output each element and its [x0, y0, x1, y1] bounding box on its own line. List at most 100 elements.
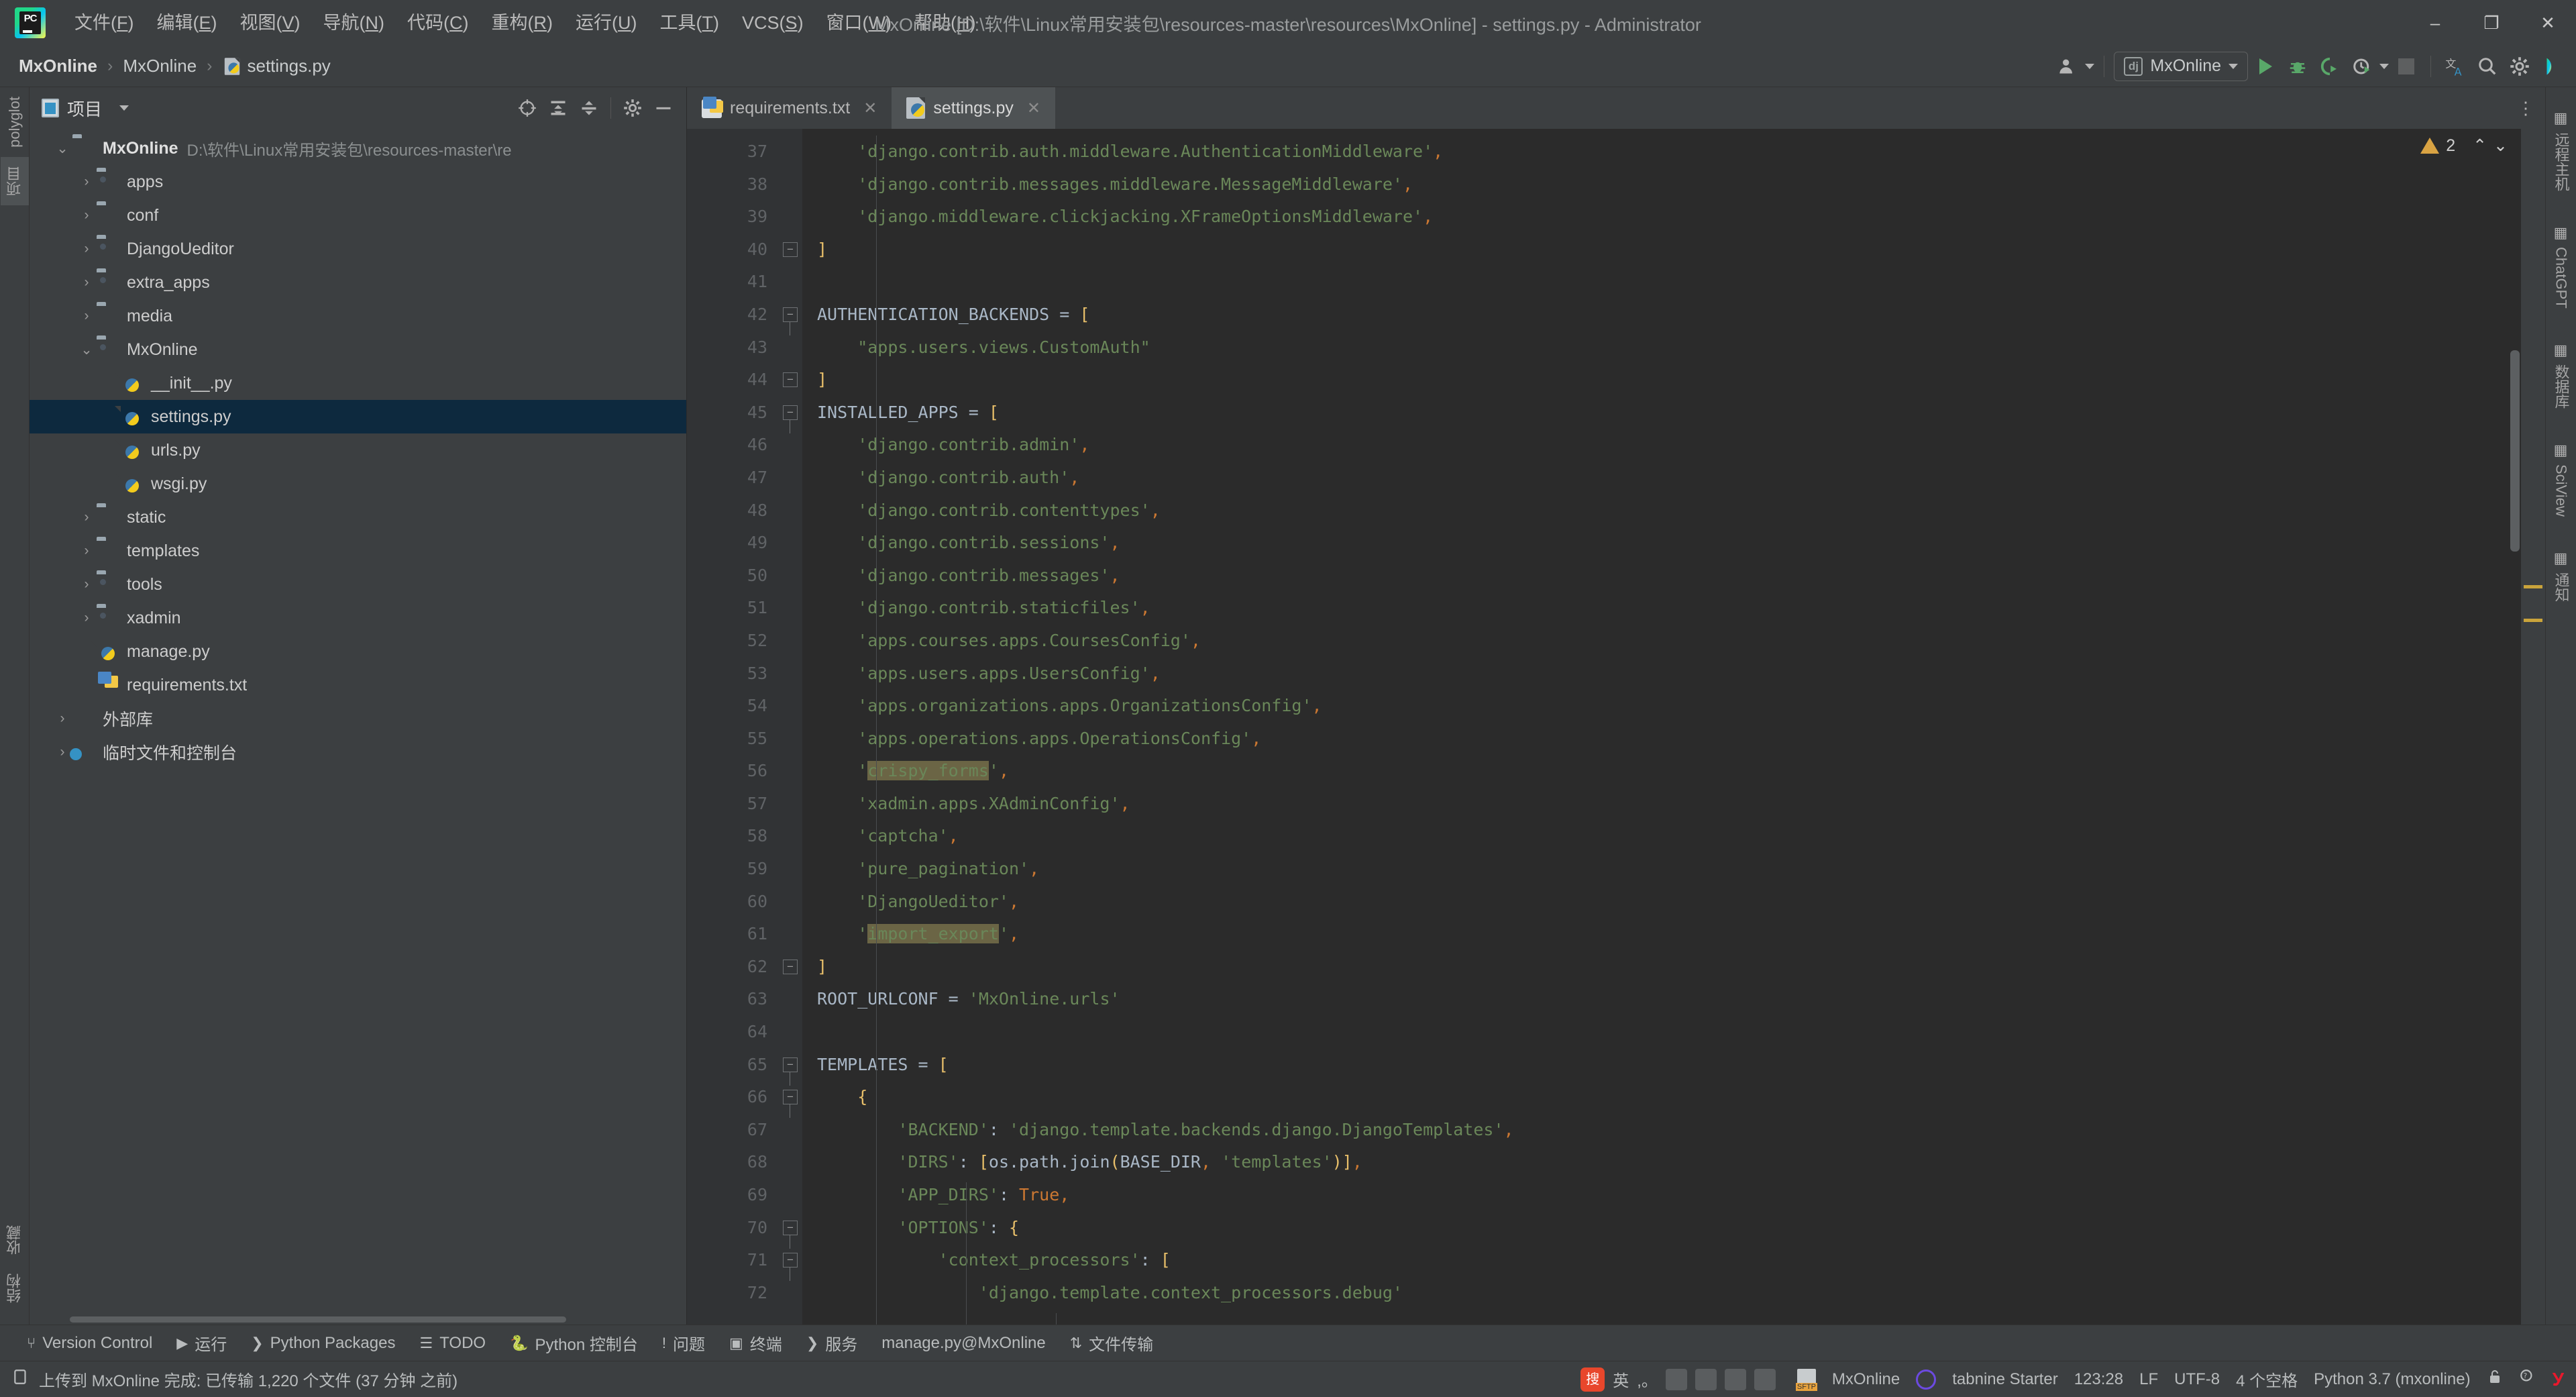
bottom-tab-[interactable]: ⇅ 文件传输	[1058, 1329, 1165, 1357]
code-line[interactable]: 'context_processors': [	[802, 1244, 2545, 1277]
code-line[interactable]: ]	[802, 234, 2545, 266]
code-line[interactable]: 'apps.operations.apps.OperationsConfig',	[802, 723, 2545, 756]
breadcrumb-item-2[interactable]: settings.py	[219, 54, 335, 79]
fold-collapse-icon[interactable]: −	[783, 307, 798, 335]
debug-button[interactable]	[2283, 52, 2312, 81]
expand-arrow-icon[interactable]: ›	[76, 543, 97, 559]
tree-node-wsgipy[interactable]: ›wsgi.py	[30, 467, 686, 501]
file-encoding[interactable]: UTF-8	[2174, 1370, 2220, 1389]
ime-indicator[interactable]: 搜 英 ,。	[1575, 1367, 1781, 1392]
expand-arrow-icon[interactable]: ›	[76, 509, 97, 525]
bottom-tab-[interactable]: ▶ 运行	[164, 1329, 239, 1357]
menu-item-7[interactable]: 工具(T)	[649, 10, 731, 36]
project-title[interactable]: 项目	[42, 96, 129, 121]
fold-slot[interactable]	[778, 723, 802, 756]
expand-arrow-icon[interactable]: ›	[76, 308, 97, 324]
code-line[interactable]: 'django.contrib.staticfiles',	[802, 592, 2545, 625]
hide-panel-icon[interactable]	[650, 95, 677, 121]
code-line[interactable]: 'django.contrib.sessions',	[802, 527, 2545, 560]
code-line[interactable]: ]	[802, 951, 2545, 984]
bottom-tab-[interactable]: ! 问题	[650, 1329, 717, 1357]
fold-slot[interactable]	[778, 495, 802, 527]
code-line[interactable]: 'OPTIONS': {	[802, 1212, 2545, 1245]
code-line[interactable]: INSTALLED_APPS = [	[802, 397, 2545, 429]
menu-item-10[interactable]: 帮助(H)	[903, 10, 987, 36]
code-line[interactable]	[802, 1016, 2545, 1049]
fold-slot[interactable]	[778, 429, 802, 462]
inspection-prev-icon[interactable]: ⌃	[2473, 136, 2487, 156]
breadcrumb-item-1[interactable]: MxOnline	[119, 54, 201, 79]
close-button[interactable]: ✕	[2520, 0, 2576, 46]
fold-slot[interactable]	[778, 331, 802, 364]
fold-collapse-icon[interactable]: −	[783, 1090, 798, 1119]
code-line[interactable]: 'django.contrib.messages.middleware.Mess…	[802, 168, 2545, 201]
tree-node-xadmin[interactable]: › xadmin	[30, 601, 686, 635]
bottom-tab-[interactable]: ❯ 服务	[794, 1329, 869, 1357]
maximize-button[interactable]: ❐	[2463, 0, 2520, 46]
fold-slot[interactable]: −	[778, 1212, 802, 1249]
tree-node-templates[interactable]: › templates	[30, 534, 686, 568]
code-line[interactable]: 'django.contrib.contenttypes',	[802, 495, 2545, 527]
fold-slot[interactable]	[778, 1114, 802, 1147]
run-button[interactable]	[2251, 52, 2280, 81]
menu-item-0[interactable]: 文件(F)	[63, 10, 146, 36]
code-line[interactable]: 'apps.users.apps.UsersConfig',	[802, 658, 2545, 690]
right-sidebar-item-2[interactable]: ▦ 数据库	[2547, 333, 2575, 418]
help-gear-icon[interactable]: ?	[2519, 1368, 2536, 1390]
menu-item-8[interactable]: VCS(S)	[731, 10, 815, 36]
run-coverage-button[interactable]	[2315, 52, 2345, 81]
tree-node-static[interactable]: › static	[30, 501, 686, 534]
code-line[interactable]: 'django.template.context_processors.debu…	[802, 1277, 2545, 1310]
expand-arrow-icon[interactable]: ›	[76, 241, 97, 257]
tabnine-status[interactable]: tabnine Starter	[1952, 1370, 2057, 1389]
fold-slot[interactable]	[778, 266, 802, 299]
fold-end-icon[interactable]: −	[783, 959, 798, 974]
fold-slot[interactable]	[778, 1277, 802, 1310]
caret-position[interactable]: 123:28	[2074, 1370, 2123, 1389]
editor-tab-settingspy[interactable]: settings.py ✕	[892, 87, 1055, 129]
fold-slot[interactable]	[778, 1016, 802, 1049]
fold-slot[interactable]	[778, 527, 802, 560]
sidebar-item-polyglot[interactable]: polyglot	[3, 87, 27, 157]
sidebar-item-structure[interactable]: 结构	[1, 1264, 29, 1312]
fold-slot[interactable]	[778, 462, 802, 495]
tree-node-settingspy[interactable]: ›settings.py	[30, 400, 686, 433]
code-line[interactable]: 'DjangoUeditor',	[802, 886, 2545, 919]
code-line[interactable]	[802, 266, 2545, 299]
ime-mic-icon[interactable]	[1665, 1368, 1687, 1390]
inspection-widget[interactable]: 2 ⌃ ⌄	[2420, 136, 2508, 156]
search-icon[interactable]	[2473, 52, 2502, 81]
right-sidebar-item-1[interactable]: ▦ ChatGPT	[2549, 215, 2573, 318]
bottom-tab-VersionControl[interactable]: ⑂ Version Control	[15, 1331, 164, 1355]
right-sidebar-item-4[interactable]: ▦ 通知	[2547, 541, 2575, 611]
profile-button[interactable]	[2347, 52, 2377, 81]
right-sidebar-item-0[interactable]: ▦ 远程主机	[2547, 101, 2575, 201]
expand-arrow-icon[interactable]: ›	[76, 274, 97, 291]
fold-collapse-icon[interactable]: −	[783, 1220, 798, 1249]
code-line[interactable]: 'pure_pagination',	[802, 853, 2545, 886]
user-account-icon[interactable]	[2053, 52, 2082, 81]
ime-menu-icon[interactable]	[1754, 1368, 1776, 1390]
fold-slot[interactable]: −	[778, 234, 802, 266]
code-line[interactable]: 'DIRS': [os.path.join(BASE_DIR, 'templat…	[802, 1146, 2545, 1179]
right-sidebar-item-3[interactable]: ▦ SciView	[2549, 433, 2573, 526]
sidebar-item-bookmarks[interactable]: 收藏	[1, 1216, 29, 1264]
code-folding-gutter[interactable]: − − − − − − − − −	[778, 129, 802, 1325]
code-line[interactable]: 'APP_DIRS': True,	[802, 1179, 2545, 1212]
fold-slot[interactable]	[778, 560, 802, 592]
tree-node-apps[interactable]: › apps	[30, 165, 686, 199]
menu-item-2[interactable]: 视图(V)	[229, 10, 312, 36]
fold-slot[interactable]	[778, 755, 802, 788]
menu-item-1[interactable]: 编辑(E)	[146, 10, 229, 36]
expand-arrow-icon[interactable]: ⌄	[76, 342, 97, 358]
expand-arrow-icon[interactable]: ›	[52, 711, 72, 727]
expand-arrow-icon[interactable]: ›	[76, 576, 97, 592]
menu-item-5[interactable]: 重构(R)	[480, 10, 565, 36]
menu-item-9[interactable]: 窗口(W)	[815, 10, 903, 36]
code-line[interactable]: ]	[802, 364, 2545, 397]
run-configuration-selector[interactable]: dj MxOnline	[2114, 51, 2248, 81]
settings-gear-icon[interactable]	[2505, 52, 2534, 81]
lock-icon[interactable]	[2487, 1368, 2503, 1390]
code-line[interactable]: ROOT_URLCONF = 'MxOnline.urls'	[802, 983, 2545, 1016]
project-horizontal-scrollbar[interactable]	[30, 1314, 686, 1325]
